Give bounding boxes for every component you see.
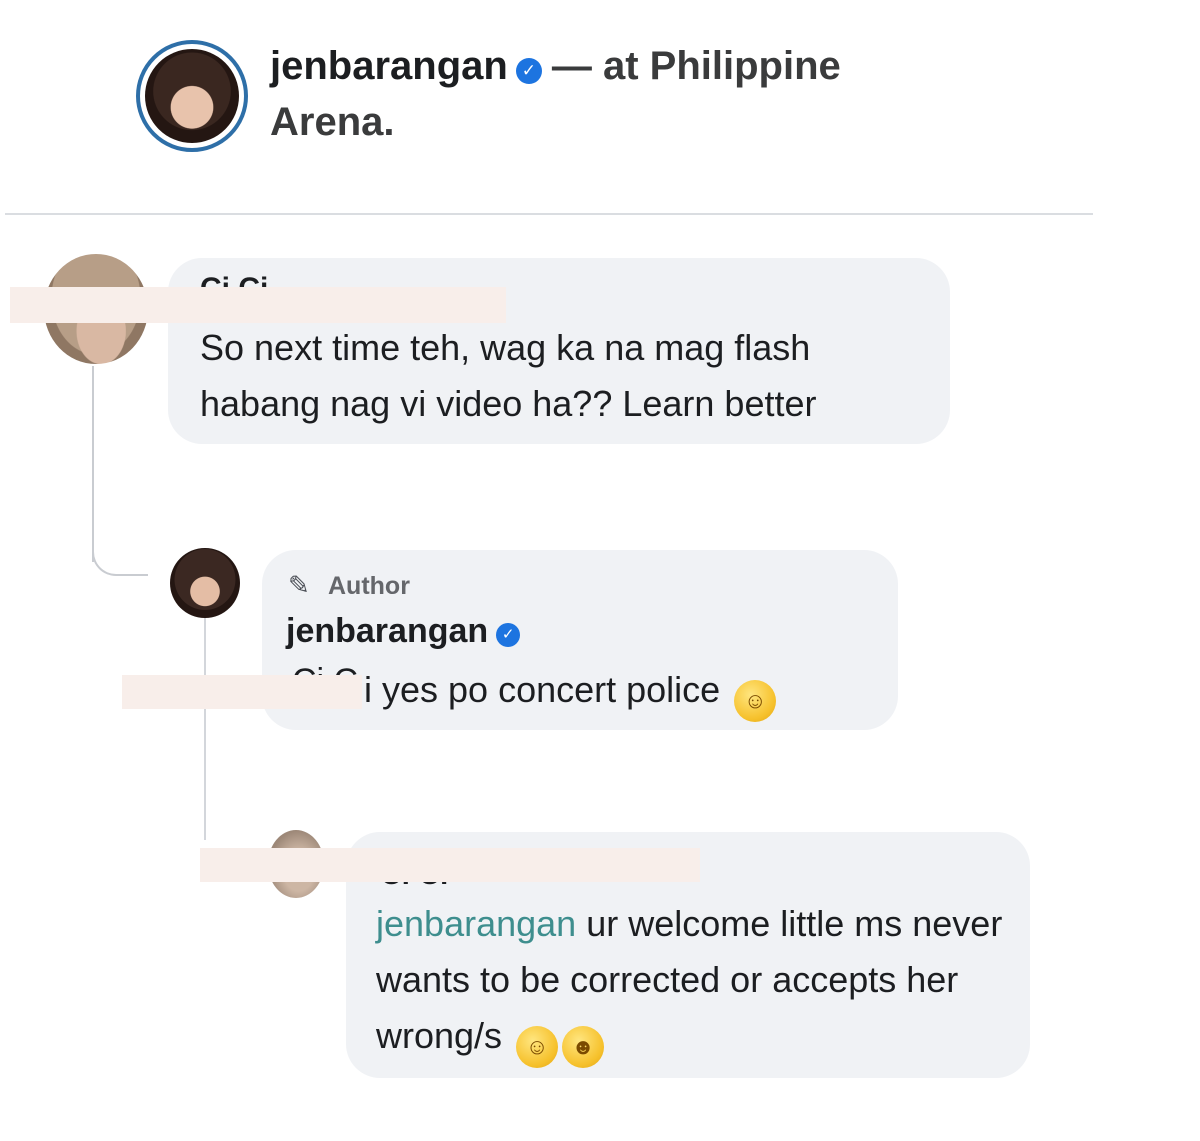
- author-tag-label: Author: [328, 572, 410, 600]
- post-username[interactable]: jenbarangan: [270, 44, 508, 88]
- author-tag: ✎ Author: [288, 570, 410, 601]
- reply-text: i yes po concert police ☺: [364, 662, 884, 722]
- redaction-bar: [10, 287, 506, 323]
- reply-username-text: jenbarangan: [286, 612, 489, 650]
- post-author-avatar[interactable]: [136, 40, 248, 152]
- pencil-icon: ✎: [288, 570, 310, 600]
- hugging-face-emoji-icon: ☻: [562, 1026, 605, 1068]
- author-avatar[interactable]: [170, 548, 240, 618]
- verified-badge-icon: ✓: [496, 623, 521, 647]
- post-location-rest[interactable]: Arena.: [270, 100, 395, 144]
- verified-badge-icon: ✓: [515, 58, 542, 84]
- mention-link[interactable]: jenbarangan: [376, 903, 576, 944]
- avatar-photo: [145, 49, 239, 143]
- reply-text-body: i yes po concert police: [364, 669, 721, 710]
- divider: [5, 213, 1093, 215]
- relieved-face-emoji-icon: ☺: [516, 1026, 559, 1068]
- post-location-prefix[interactable]: — at Philippine: [552, 44, 841, 88]
- reply-username[interactable]: jenbarangan ✓: [286, 612, 521, 651]
- redaction-bar: [122, 675, 362, 709]
- comment-text: jenbarangan ur welcome little ms never w…: [376, 896, 1016, 1068]
- thread-line: [204, 612, 206, 840]
- redaction-bar: [200, 848, 700, 882]
- thread-line: [92, 366, 94, 562]
- thread-connector: [92, 540, 148, 576]
- post-header: jenbarangan ✓ — at Philippine Arena.: [270, 38, 990, 150]
- comment-text: So next time teh, wag ka na mag flash ha…: [200, 327, 817, 424]
- smiling-face-emoji-icon: ☺: [734, 680, 777, 722]
